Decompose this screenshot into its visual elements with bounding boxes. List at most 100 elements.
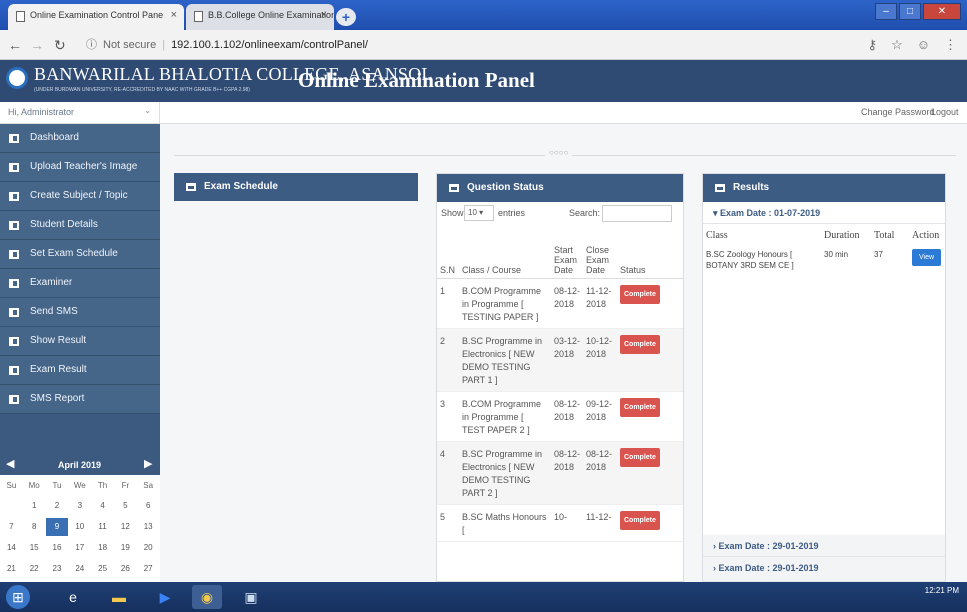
info-icon[interactable]: ⓘ <box>86 39 97 51</box>
column-header: Action <box>912 230 940 241</box>
row-close-date: 08-12-2018 <box>583 441 617 505</box>
calendar-day[interactable]: 20 <box>137 539 160 557</box>
status-badge: Complete <box>620 334 660 354</box>
calendar-day[interactable]: 13 <box>137 518 160 536</box>
question-status-card: Question Status Show 10 ▾ entries Search… <box>436 173 684 582</box>
view-button[interactable]: View <box>912 249 942 266</box>
sidebar-item-label: SMS Report <box>30 393 85 404</box>
url-field[interactable]: ⓘ Not secure | 192.100.1.102/onlineexam/con… <box>86 36 368 52</box>
menu-icon <box>9 337 19 346</box>
calendar-day[interactable]: 8 <box>23 518 46 536</box>
calendar-day[interactable]: 12 <box>114 518 137 536</box>
calendar-day[interactable]: 22 <box>23 560 46 578</box>
results-header: Results <box>703 174 945 202</box>
card-title: Exam Schedule <box>204 181 278 192</box>
browser-tab[interactable]: B.B.College Online Examination × <box>186 4 334 30</box>
column-header[interactable]: Class / Course <box>459 226 551 279</box>
user-menu[interactable]: Hi, Administrator ⌄ <box>0 102 160 124</box>
sidebar-item-upload-image[interactable]: Upload Teacher's Image <box>0 153 160 182</box>
calendar-day[interactable]: 9 <box>45 518 69 536</box>
window-icon[interactable]: ▣ <box>236 585 266 609</box>
calendar-day[interactable]: 21 <box>0 560 23 578</box>
column-header[interactable]: Close Exam Date <box>583 226 617 279</box>
weekday-label: Mo <box>28 481 40 490</box>
calendar-day[interactable]: 14 <box>0 539 23 557</box>
calendar-day[interactable]: 4 <box>91 497 114 515</box>
sidebar-item-create-subject[interactable]: Create Subject / Topic <box>0 182 160 211</box>
calendar-icon <box>449 184 459 192</box>
calendar-day[interactable]: 18 <box>91 539 114 557</box>
menu-icon <box>9 366 19 375</box>
sidebar-item-dashboard[interactable]: Dashboard <box>0 124 160 153</box>
key-icon[interactable]: ⚷ <box>868 37 878 53</box>
new-tab-button[interactable]: + <box>336 8 356 26</box>
table-row: 3 B.COM Programme in Programme [ TEST PAP… <box>437 391 683 442</box>
calendar-day[interactable]: 3 <box>68 497 91 515</box>
column-header[interactable]: Start Exam Date <box>551 226 583 279</box>
column-header[interactable]: Status <box>617 226 683 279</box>
calendar-day[interactable]: 16 <box>46 539 69 557</box>
exam-date-toggle[interactable]: › Exam Date : 29-01-2019 <box>703 535 945 557</box>
calendar-day[interactable]: 23 <box>46 560 69 578</box>
calendar-day[interactable]: 25 <box>91 560 114 578</box>
calendar-day[interactable]: 2 <box>46 497 69 515</box>
exam-date-toggle[interactable]: ▾ Exam Date : 01-07-2019 <box>703 202 945 224</box>
search-input[interactable] <box>602 205 672 222</box>
chevron-right-icon[interactable]: ▶ <box>144 457 152 470</box>
maximize-button[interactable]: □ <box>899 3 921 20</box>
sidebar-item-send-sms[interactable]: Send SMS <box>0 298 160 327</box>
column-header[interactable]: S.N <box>437 226 459 279</box>
sidebar-item-show-result[interactable]: Show Result <box>0 327 160 356</box>
reload-icon[interactable]: ↻ <box>54 37 66 54</box>
sidebar-item-label: Upload Teacher's Image <box>30 161 138 172</box>
folder-icon[interactable]: ▬ <box>104 585 134 609</box>
sidebar-item-examiner[interactable]: Examiner <box>0 269 160 298</box>
calendar-day[interactable]: 19 <box>114 539 137 557</box>
url-text: 192.100.1.102/onlineexam/controlPanel/ <box>171 39 368 51</box>
user-bar: Hi, Administrator ⌄ Change Password Logo… <box>0 102 967 124</box>
close-window-button[interactable]: ✕ <box>923 3 961 20</box>
weekday-label: Th <box>97 481 108 490</box>
calendar-day[interactable]: 11 <box>91 518 114 536</box>
row-serial: 1 <box>437 278 459 329</box>
sidebar-item-sms-report[interactable]: SMS Report <box>0 385 160 414</box>
calendar-day[interactable]: 27 <box>137 560 160 578</box>
logout-link[interactable]: Logout <box>931 107 959 117</box>
calendar-day[interactable]: 24 <box>68 560 91 578</box>
entries-select[interactable]: 10 ▾ <box>464 205 494 221</box>
browser-tab-active[interactable]: Online Examination Control Pane × <box>8 4 184 30</box>
college-subtitle: (UNDER BURDWAN UNIVERSITY, RE-ACCREDITED… <box>34 87 250 93</box>
exam-date-toggle[interactable]: › Exam Date : 29-01-2019 <box>703 557 945 582</box>
profile-icon[interactable]: ☺ <box>917 37 930 53</box>
sidebar-item-label: Examiner <box>30 277 73 288</box>
calendar-day[interactable]: 6 <box>137 497 160 515</box>
media-icon[interactable]: ▶ <box>150 585 180 609</box>
calendar-day[interactable]: 17 <box>68 539 91 557</box>
menu-icon[interactable]: ⋮ <box>944 37 957 53</box>
weekday-label: Su <box>6 481 17 490</box>
start-button[interactable]: ⊞ <box>6 585 30 609</box>
entries-label: entries <box>498 208 526 218</box>
ie-icon[interactable]: e <box>58 585 88 609</box>
sidebar-item-exam-result[interactable]: Exam Result <box>0 356 160 385</box>
clock[interactable]: 12:21 PM <box>925 586 959 595</box>
change-password-link[interactable]: Change Password <box>861 107 935 117</box>
exam-date-label: Exam Date : 01-07-2019 <box>720 208 821 218</box>
calendar-day[interactable]: 7 <box>0 518 23 536</box>
sidebar-item-student-details[interactable]: Student Details <box>0 211 160 240</box>
close-tab-icon[interactable]: × <box>171 9 177 21</box>
chrome-icon[interactable]: ◉ <box>192 585 222 609</box>
back-icon[interactable]: ← <box>8 37 22 53</box>
row-serial: 3 <box>437 391 459 442</box>
star-icon[interactable]: ☆ <box>891 37 903 53</box>
close-tab-icon[interactable]: × <box>321 9 327 21</box>
calendar-day[interactable]: 5 <box>114 497 137 515</box>
chevron-left-icon[interactable]: ◀ <box>6 457 14 470</box>
calendar-day[interactable]: 15 <box>23 539 46 557</box>
sidebar-item-set-exam-schedule[interactable]: Set Exam Schedule <box>0 240 160 269</box>
calendar-day[interactable]: 1 <box>23 497 46 515</box>
forward-icon[interactable]: → <box>30 37 44 53</box>
calendar-day[interactable]: 26 <box>114 560 137 578</box>
minimize-button[interactable]: – <box>875 3 897 20</box>
calendar-day[interactable]: 10 <box>68 518 91 536</box>
